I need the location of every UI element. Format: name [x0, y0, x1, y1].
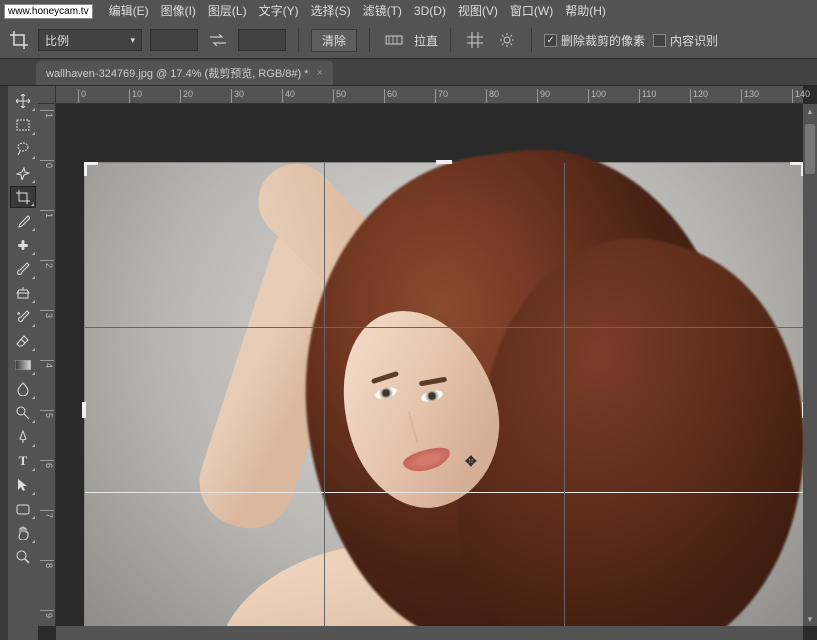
close-tab-icon[interactable]: × [316, 67, 322, 79]
gradient-tool[interactable] [10, 354, 36, 376]
canvas-area: 0 10 20 30 40 50 60 70 80 90 100 110 120… [38, 86, 817, 640]
blur-tool[interactable] [10, 378, 36, 400]
document-tab[interactable]: wallhaven-324769.jpg @ 17.4% (裁剪预览, RGB/… [36, 61, 333, 85]
crop-tool-icon [8, 29, 30, 51]
menu-type[interactable]: 文字(Y) [253, 0, 305, 22]
crop-grid-line [564, 163, 565, 626]
type-tool[interactable]: T [10, 450, 36, 472]
content-aware-checkbox[interactable]: 内容识别 [653, 32, 718, 49]
menu-3d[interactable]: 3D(D) [408, 0, 452, 22]
ruler-origin[interactable] [38, 86, 56, 104]
crop-handle-tr[interactable] [790, 162, 803, 176]
menu-window[interactable]: 窗口(W) [504, 0, 559, 22]
eyedropper-tool[interactable] [10, 210, 36, 232]
eraser-tool[interactable] [10, 330, 36, 352]
lasso-tool[interactable] [10, 138, 36, 160]
scrollbar-vertical[interactable]: ▲ ▼ [803, 104, 817, 626]
path-select-tool[interactable] [10, 474, 36, 496]
menu-view[interactable]: 视图(V) [452, 0, 504, 22]
healing-brush-tool[interactable] [10, 234, 36, 256]
ruler-horizontal[interactable]: 0 10 20 30 40 50 60 70 80 90 100 110 120… [56, 86, 803, 104]
clone-stamp-tool[interactable] [10, 282, 36, 304]
scrollbar-horizontal[interactable] [56, 626, 803, 640]
crop-handle-top[interactable] [436, 160, 452, 164]
shape-tool[interactable] [10, 498, 36, 520]
aspect-ratio-dropdown[interactable]: 比例 ▾ [38, 29, 142, 51]
delete-cropped-label: 删除裁剪的像素 [561, 32, 645, 49]
zoom-tool[interactable] [10, 546, 36, 568]
cursor-indicator-icon: ✥ [465, 453, 477, 470]
canvas[interactable]: ✥ [56, 104, 803, 626]
crop-grid-line [324, 163, 325, 626]
crop-handle-tl[interactable] [84, 162, 98, 176]
dodge-tool[interactable] [10, 402, 36, 424]
straighten-icon[interactable] [382, 28, 406, 52]
height-input[interactable] [238, 29, 286, 51]
crop-tool[interactable] [10, 186, 36, 208]
swap-dimensions-icon[interactable] [206, 28, 230, 52]
content-aware-label: 内容识别 [670, 32, 718, 49]
crop-region[interactable]: ✥ [84, 162, 803, 626]
aspect-ratio-value: 比例 [45, 32, 69, 49]
delete-cropped-checkbox[interactable]: 删除裁剪的像素 [544, 32, 645, 49]
clear-button[interactable]: 清除 [311, 29, 357, 52]
quick-select-tool[interactable] [10, 162, 36, 184]
move-tool[interactable] [10, 90, 36, 112]
menu-help[interactable]: 帮助(H) [559, 0, 612, 22]
brush-tool[interactable] [10, 258, 36, 280]
chevron-down-icon: ▾ [130, 35, 135, 46]
watermark-badge: www.honeycam.tv [4, 4, 93, 19]
checkbox-icon [653, 34, 666, 47]
pen-tool[interactable] [10, 426, 36, 448]
menu-edit[interactable]: 编辑(E) [103, 0, 155, 22]
crop-handle-left[interactable] [82, 402, 86, 418]
menu-select[interactable]: 选择(S) [305, 0, 357, 22]
menu-image[interactable]: 图像(I) [155, 0, 202, 22]
options-bar: 比例 ▾ 清除 拉直 删除裁剪的像素 内容识别 [0, 22, 817, 59]
history-brush-tool[interactable] [10, 306, 36, 328]
width-input[interactable] [150, 29, 198, 51]
scroll-down-icon[interactable]: ▼ [803, 612, 817, 626]
crop-grid-line [85, 492, 803, 493]
ruler-vertical[interactable]: 1 0 1 2 3 4 5 6 7 8 9 [38, 104, 56, 626]
scrollbar-thumb[interactable] [805, 124, 815, 174]
menu-filter[interactable]: 滤镜(T) [357, 0, 408, 22]
image-content [85, 163, 803, 626]
left-gutter [0, 86, 8, 640]
straighten-label: 拉直 [414, 32, 438, 49]
menu-layer[interactable]: 图层(L) [202, 0, 253, 22]
toolbox: T [8, 86, 38, 640]
document-tab-title: wallhaven-324769.jpg @ 17.4% (裁剪预览, RGB/… [46, 65, 308, 81]
overlay-grid-icon[interactable] [463, 28, 487, 52]
marquee-tool[interactable] [10, 114, 36, 136]
document-tab-bar: wallhaven-324769.jpg @ 17.4% (裁剪预览, RGB/… [0, 59, 817, 86]
crop-options-gear-icon[interactable] [495, 28, 519, 52]
crop-grid-line [85, 327, 803, 328]
checkbox-icon [544, 34, 557, 47]
scroll-up-icon[interactable]: ▲ [803, 104, 817, 118]
hand-tool[interactable] [10, 522, 36, 544]
menu-bar: www.honeycam.tv 编辑(E) 图像(I) 图层(L) 文字(Y) … [0, 0, 817, 22]
